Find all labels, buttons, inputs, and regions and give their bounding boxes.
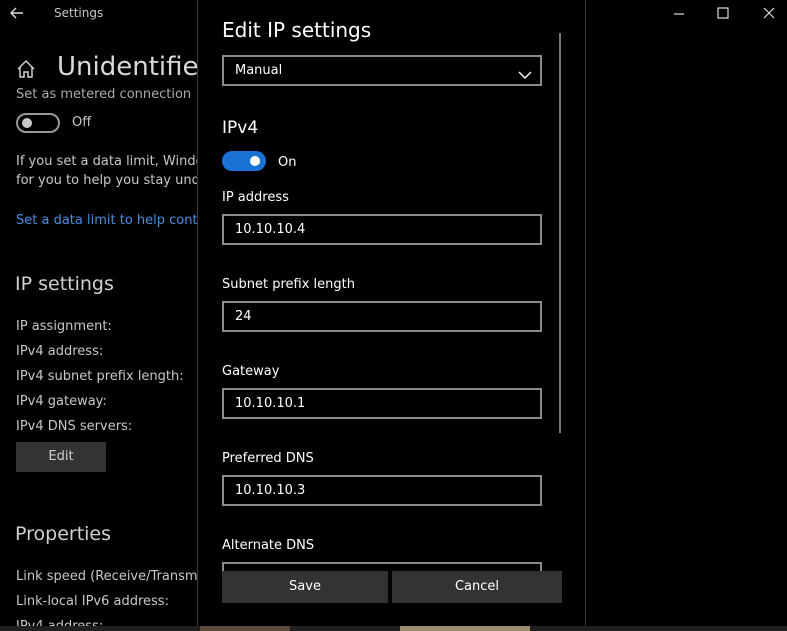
ipv4-heading: IPv4 bbox=[222, 118, 259, 138]
taskbar-item bbox=[400, 626, 530, 631]
link-speed-label: Link speed (Receive/Transmit) bbox=[16, 569, 212, 584]
subnet-prefix-input[interactable]: 24 bbox=[222, 301, 542, 332]
alternate-dns-label: Alternate DNS bbox=[222, 538, 315, 553]
app-title: Settings bbox=[54, 6, 104, 20]
data-limit-text-line: for you to help you stay unde bbox=[16, 173, 208, 188]
ipv4-dns-label: IPv4 DNS servers: bbox=[16, 419, 133, 434]
taskbar-strip bbox=[0, 626, 787, 631]
taskbar-item bbox=[200, 626, 290, 631]
data-limit-link[interactable]: Set a data limit to help contro bbox=[16, 213, 211, 228]
dialog-title: Edit IP settings bbox=[222, 18, 372, 42]
ip-mode-dropdown[interactable]: Manual bbox=[222, 55, 542, 86]
data-limit-description: If you set a data limit, Window for you … bbox=[16, 152, 216, 190]
close-icon[interactable] bbox=[758, 3, 780, 23]
toggle-knob bbox=[250, 156, 260, 166]
properties-heading: Properties bbox=[15, 523, 112, 545]
metered-connection-label: Set as metered connection bbox=[16, 87, 192, 102]
preferred-dns-value: 10.10.10.3 bbox=[235, 483, 306, 498]
ipv4-toggle-state: On bbox=[278, 155, 297, 170]
ip-address-value: 10.10.10.4 bbox=[235, 222, 306, 237]
ip-address-label: IP address bbox=[222, 190, 289, 205]
metered-toggle[interactable] bbox=[16, 113, 60, 133]
home-icon[interactable] bbox=[15, 58, 37, 80]
ip-mode-selected: Manual bbox=[235, 63, 283, 78]
subnet-prefix-value: 24 bbox=[235, 309, 252, 324]
subnet-prefix-label: Subnet prefix length bbox=[222, 277, 355, 292]
gateway-value: 10.10.10.1 bbox=[235, 396, 306, 411]
save-button[interactable]: Save bbox=[222, 571, 388, 603]
data-limit-text-line: If you set a data limit, Window bbox=[16, 154, 215, 169]
gateway-input[interactable]: 10.10.10.1 bbox=[222, 388, 542, 419]
ip-assignment-label: IP assignment: bbox=[16, 319, 112, 334]
ip-settings-heading: IP settings bbox=[15, 273, 114, 295]
toggle-knob bbox=[22, 118, 32, 128]
ipv4-toggle[interactable] bbox=[222, 151, 266, 171]
preferred-dns-label: Preferred DNS bbox=[222, 451, 314, 466]
maximize-icon[interactable] bbox=[712, 3, 734, 23]
cancel-button[interactable]: Cancel bbox=[392, 571, 562, 603]
back-arrow-icon[interactable] bbox=[8, 4, 26, 22]
dialog-scrollbar[interactable] bbox=[559, 33, 561, 433]
edit-ip-settings-dialog: Edit IP settings Manual IPv4 On IP addre… bbox=[197, 0, 586, 631]
minimize-icon[interactable] bbox=[668, 3, 690, 23]
gateway-label: Gateway bbox=[222, 364, 280, 379]
link-local-ipv6-label: Link-local IPv6 address: bbox=[16, 594, 169, 609]
preferred-dns-input[interactable]: 10.10.10.3 bbox=[222, 475, 542, 506]
ipv4-address-label: IPv4 address: bbox=[16, 344, 104, 359]
page-title: Unidentified bbox=[57, 52, 216, 82]
metered-toggle-state: Off bbox=[72, 115, 92, 130]
ipv4-gateway-label: IPv4 gateway: bbox=[16, 394, 107, 409]
ipv4-subnet-label: IPv4 subnet prefix length: bbox=[16, 369, 184, 384]
ip-address-input[interactable]: 10.10.10.4 bbox=[222, 214, 542, 245]
edit-button[interactable]: Edit bbox=[16, 442, 106, 472]
chevron-down-icon bbox=[518, 65, 532, 79]
